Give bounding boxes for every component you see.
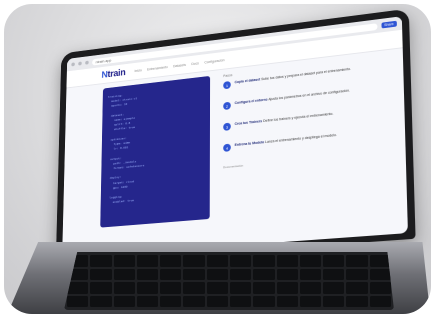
- step-4: 4 Entrena tu Modelo Lanza el entrenamien…: [223, 127, 395, 152]
- keyboard-key: [253, 282, 275, 294]
- nav-item-0[interactable]: Inicio: [134, 68, 141, 73]
- share-button[interactable]: Share: [381, 20, 397, 29]
- keyboard-key: [113, 268, 135, 280]
- keyboard-key: [67, 282, 89, 294]
- keyboard-key: [323, 295, 345, 307]
- keyboard-key: [230, 282, 252, 294]
- keyboard-key: [323, 268, 345, 280]
- step-text: Lanza el entrenamiento y despliega el mo…: [265, 133, 337, 145]
- keyboard-key: [183, 282, 205, 294]
- keyboard-key: [136, 282, 159, 294]
- code-panel: training: model: ntrain-v1 epochs: 10 da…: [100, 75, 211, 228]
- keyboard-key: [90, 268, 112, 280]
- keyboard-key: [160, 295, 182, 307]
- keyboard-key: [90, 295, 112, 307]
- keyboard-key: [276, 268, 298, 280]
- nav-item-1[interactable]: Entrenamiento: [147, 65, 168, 71]
- step-2: 2 Configura el entorno Ajusta los paráme…: [223, 84, 393, 111]
- url-text: ntrain.app: [95, 57, 112, 64]
- keyboard-key: [113, 255, 135, 267]
- step-title: Entrena tu Modelo: [234, 140, 265, 148]
- step-number: 3: [223, 122, 231, 131]
- keyboard-key: [253, 255, 275, 267]
- keyboard-key: [299, 282, 322, 294]
- step-title: Configura el entorno: [234, 97, 268, 106]
- nav-item-4[interactable]: Configuración: [204, 58, 224, 64]
- keyboard-key: [183, 295, 205, 307]
- steps-panel: Pasos 1 Copia el dataset Sube tus datos …: [210, 47, 408, 247]
- step-text: Ajusta los parámetros en el archivo de c…: [268, 88, 350, 102]
- keyboard-key: [160, 282, 182, 294]
- laptop-screen: ntrain.app Share Ntrain Inicio Entrenami…: [62, 16, 408, 258]
- step-text: Define los trainers y ejecuta el entrena…: [263, 111, 334, 123]
- keyboard-key: [136, 295, 159, 307]
- keyboard-key: [299, 268, 322, 280]
- forward-icon[interactable]: [78, 61, 82, 66]
- footer-link[interactable]: Documentación: [223, 149, 395, 170]
- keyboard-key: [346, 255, 368, 267]
- keyboard-key: [206, 295, 228, 307]
- nav-item-2[interactable]: Datasets: [173, 63, 186, 68]
- keyboard-key: [346, 295, 368, 307]
- step-number: 2: [223, 101, 231, 111]
- keyboard-key: [253, 268, 275, 280]
- keyboard-key: [253, 295, 275, 307]
- keyboard-key: [369, 295, 391, 307]
- keyboard-key: [183, 255, 205, 267]
- keyboard-key: [160, 255, 182, 267]
- reload-icon[interactable]: [85, 60, 89, 65]
- keyboard-key: [230, 255, 252, 267]
- keyboard-key: [276, 255, 298, 267]
- keyboard-key: [369, 255, 391, 267]
- ntrain-logo[interactable]: Ntrain: [101, 67, 125, 80]
- keyboard-key: [136, 255, 159, 267]
- keyboard-key: [369, 268, 391, 280]
- keyboard-key: [323, 255, 345, 267]
- keyboard-key: [299, 295, 322, 307]
- keyboard-key: [230, 268, 252, 280]
- keyboard-key: [183, 268, 205, 280]
- keyboard-key: [206, 268, 228, 280]
- keyboard-key: [113, 282, 135, 294]
- nav-item-3[interactable]: Docs: [191, 61, 198, 66]
- keyboard-key: [276, 282, 298, 294]
- step-3: 3 Crea tus Trainers Define los trainers …: [223, 105, 394, 131]
- step-title: Crea tus Trainers: [234, 119, 263, 126]
- step-number: 1: [223, 80, 231, 90]
- keyboard-key: [346, 282, 368, 294]
- back-icon[interactable]: [71, 62, 75, 67]
- keyboard-key: [299, 255, 322, 267]
- keyboard-key: [276, 295, 298, 307]
- keyboard-key: [346, 268, 368, 280]
- keyboard-key: [230, 295, 252, 307]
- laptop-lid: ntrain.app Share Ntrain Inicio Entrenami…: [55, 8, 416, 265]
- keyboard-key: [369, 282, 391, 294]
- photo-frame: ntrain.app Share Ntrain Inicio Entrenami…: [4, 4, 431, 314]
- keyboard-key: [113, 295, 135, 307]
- keyboard-key: [90, 255, 112, 267]
- keyboard-key: [67, 295, 89, 307]
- step-number: 4: [223, 143, 231, 152]
- step-title: Copia el dataset: [234, 77, 261, 85]
- keyboard-key: [323, 282, 345, 294]
- keyboard-key: [160, 268, 182, 280]
- keyboard-key: [90, 282, 112, 294]
- keyboard-key: [206, 255, 228, 267]
- keyboard-key: [206, 282, 228, 294]
- keyboard-key: [136, 268, 159, 280]
- keyboard: [64, 252, 394, 310]
